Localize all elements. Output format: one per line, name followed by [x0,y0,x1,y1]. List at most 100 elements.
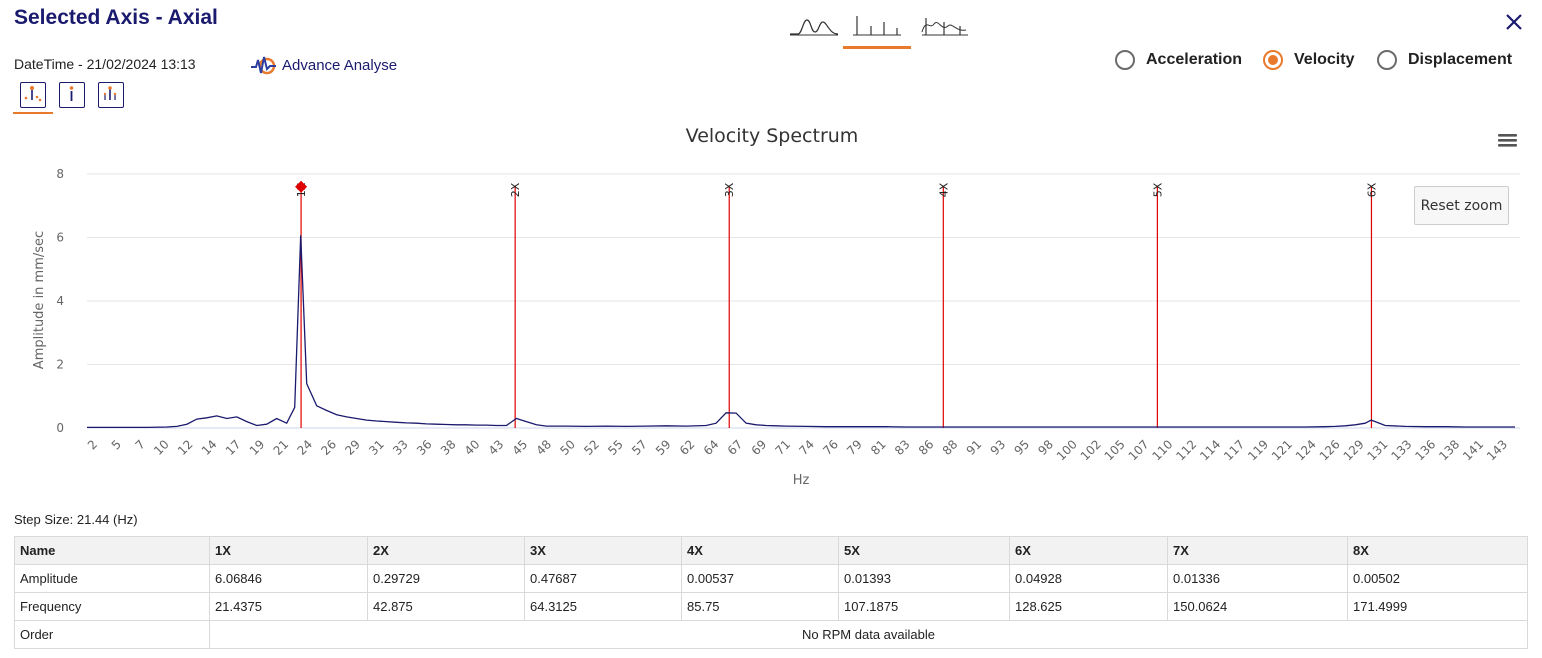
table-header-cell: 2X [367,536,525,565]
harmonic-markers-icon [24,86,42,102]
no-rpm-message: No RPM data available [209,620,1528,649]
table-cell: 64.3125 [524,592,682,621]
table-header-cell: 5X [838,536,1010,565]
x-tick-label: 79 [844,437,865,458]
marker-view-button[interactable] [20,82,46,108]
x-tick-label: 43 [486,437,507,458]
radio-displacement[interactable]: Displacement [1377,50,1512,70]
combined-chart-icon[interactable] [918,12,970,38]
table-cell: 0.04928 [1009,564,1168,593]
table-cell: Order [14,620,210,649]
x-axis-label: Hz [793,473,810,488]
x-tick-label: 105 [1102,437,1128,463]
table-cell: Frequency [14,592,210,621]
sideband-icon [103,86,117,100]
x-tick-label: 50 [557,437,578,458]
radio-displacement-label: Displacement [1408,51,1513,68]
step-size-label: Step Size: 21.44 (Hz) [14,512,138,527]
x-tick-label: 129 [1341,437,1367,463]
table-header-cell: 6X [1009,536,1168,565]
x-tick-label: 124 [1293,437,1319,463]
x-tick-label: 74 [796,437,817,458]
x-tick-label: 19 [247,437,268,458]
table-header-cell: Name [14,536,210,565]
x-tick-label: 119 [1245,437,1271,463]
x-tick-label: 95 [1011,437,1032,458]
x-tick-label: 141 [1460,437,1486,463]
single-peak-view-button[interactable] [59,82,85,108]
table-header-cell: 8X [1347,536,1528,565]
x-tick-label: 2 [85,437,100,452]
radio-acceleration-label: Acceleration [1146,51,1243,68]
x-tick-label: 7 [133,437,148,452]
table-cell: 42.875 [367,592,525,621]
x-tick-label: 100 [1054,437,1080,463]
x-tick-label: 29 [342,437,363,458]
radio-velocity[interactable]: Velocity [1263,50,1354,70]
x-tick-label: 71 [772,437,793,458]
radio-acceleration[interactable]: Acceleration [1115,50,1242,70]
table-header-cell: 7X [1167,536,1348,565]
table-cell: 150.0624 [1167,592,1348,621]
x-tick-label: 131 [1365,437,1391,463]
x-tick-label: 52 [581,437,602,458]
table-cell: 128.625 [1009,592,1168,621]
spectrum-chart-icon[interactable] [851,12,903,38]
advance-analyse-icon [251,56,276,75]
x-tick-label: 24 [295,437,316,458]
x-tick-label: 86 [916,437,937,458]
active-chart-type-indicator [843,46,911,49]
radio-circle [1377,50,1397,70]
y-tick-label: 4 [56,294,64,308]
table-cell: 0.01336 [1167,564,1348,593]
table-cell: 0.29729 [367,564,525,593]
table-row: Amplitude 6.06846 0.29729 0.47687 0.0053… [14,564,1528,593]
x-tick-label: 38 [438,437,459,458]
y-tick-label: 0 [56,421,64,435]
x-tick-label: 31 [366,437,387,458]
y-tick-label: 6 [56,231,64,245]
x-tick-label: 10 [151,437,172,458]
reset-zoom-button[interactable]: Reset zoom [1414,186,1509,225]
radio-circle [1263,50,1283,70]
table-header-cell: 3X [524,536,682,565]
x-tick-label: 14 [199,437,220,458]
table-cell: 0.47687 [524,564,682,593]
x-tick-label: 107 [1126,437,1152,463]
advance-analyse-label: Advance Analyse [282,56,398,74]
x-tick-label: 114 [1197,437,1223,463]
close-icon[interactable] [1502,10,1526,34]
table-row: Order No RPM data available [14,620,1528,649]
advance-analyse-link[interactable]: Advance Analyse [250,53,397,77]
sideband-view-button[interactable] [98,82,124,108]
x-tick-label: 133 [1388,437,1414,463]
x-tick-label: 83 [892,437,913,458]
harmonic-marker-label: 6X [1365,182,1378,197]
table-cell: Amplitude [14,564,210,593]
table-cell: 0.00502 [1347,564,1528,593]
table-cell: 171.4999 [1347,592,1528,621]
table-header-cell: 1X [209,536,368,565]
harmonic-marker-label: 3X [723,182,736,197]
waveform-chart-icon[interactable] [788,12,840,38]
x-tick-label: 93 [988,437,1009,458]
table-header-cell: 4X [681,536,839,565]
radio-circle [1115,50,1135,70]
x-tick-label: 81 [868,437,889,458]
y-tick-label: 8 [56,167,64,181]
velocity-spectrum-chart[interactable]: Velocity Spectrum Amplitude in mm/sec Hz… [0,115,1542,500]
x-tick-label: 126 [1317,437,1343,463]
x-tick-label: 138 [1436,437,1462,463]
table-cell: 21.4375 [209,592,368,621]
active-view-indicator [13,112,53,114]
x-tick-label: 69 [749,437,770,458]
x-tick-label: 26 [318,437,339,458]
x-tick-label: 12 [175,437,196,458]
radio-velocity-label: Velocity [1294,51,1355,68]
table-cell: 0.00537 [681,564,839,593]
x-tick-label: 55 [605,437,626,458]
harmonic-marker-label: 5X [1151,182,1164,197]
x-tick-label: 110 [1149,437,1175,463]
x-tick-label: 5 [109,437,124,452]
single-peak-icon [69,86,74,101]
